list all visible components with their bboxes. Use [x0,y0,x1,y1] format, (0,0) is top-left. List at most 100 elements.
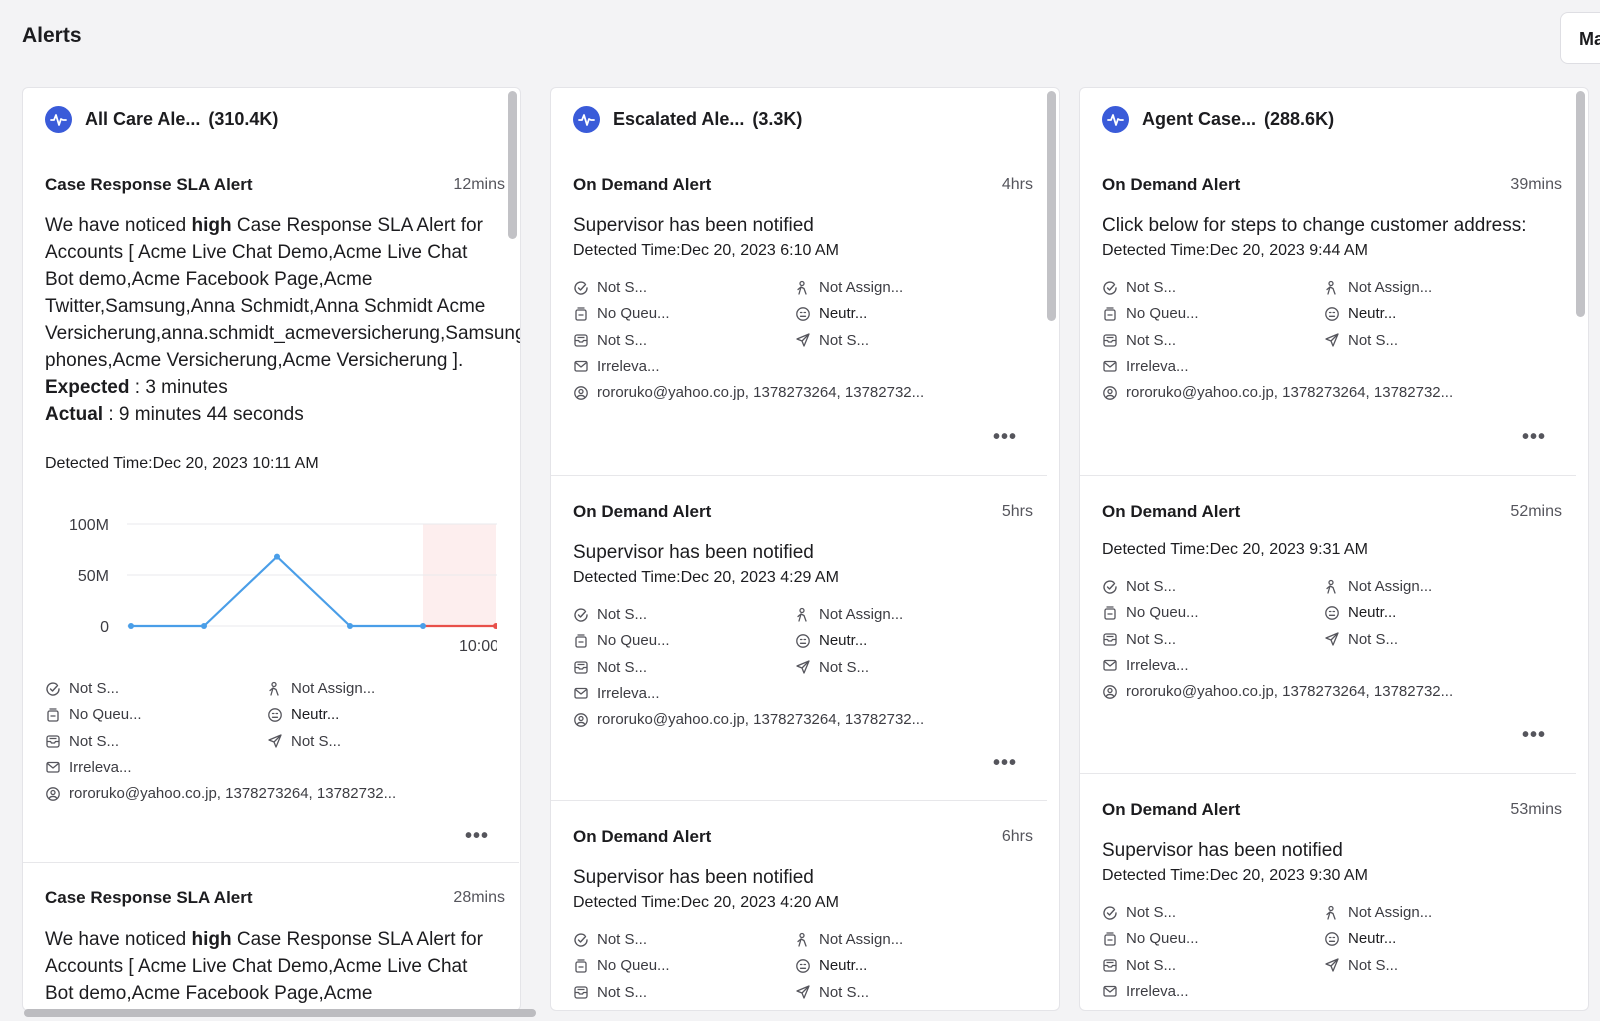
status-property[interactable]: Not S... [573,606,647,623]
more-options-button[interactable]: ••• [1522,725,1546,745]
status-property[interactable]: Not S... [1102,279,1176,296]
alert-card[interactable]: On Demand Alert 53mins Supervisor has be… [1080,774,1576,1010]
status-icon [1102,579,1126,595]
contact-property[interactable]: rororuko@yahoo.co.jp, 1378273264, 137827… [573,711,924,728]
sentiment-property[interactable]: Neutr... [795,305,867,322]
status-property[interactable]: Not S... [1102,578,1176,595]
contact-icon [573,385,597,401]
data-point[interactable] [128,623,134,629]
inbox-property[interactable]: Not S... [1102,957,1176,974]
inbox-property[interactable]: Not S... [573,659,647,676]
queue-property[interactable]: No Queu... [1102,305,1199,322]
contact-property[interactable]: rororuko@yahoo.co.jp, 1378273264, 137827… [1102,384,1453,401]
top-right-button[interactable]: Ma [1560,12,1600,64]
assignee-property[interactable]: Not Assign... [267,680,375,697]
queue-icon [1102,605,1126,621]
inbox-property[interactable]: Not S... [573,332,647,349]
status-property[interactable]: Not S... [573,279,647,296]
alert-card[interactable]: Case Response SLA Alert 28mins We have n… [23,863,519,1010]
alert-card[interactable]: On Demand Alert 6hrs Supervisor has been… [551,801,1047,1010]
sentiment-property[interactable]: Neutr... [795,957,867,974]
more-options-button[interactable]: ••• [993,753,1017,773]
queue-property[interactable]: No Queu... [573,632,670,649]
queue-property[interactable]: No Queu... [1102,930,1199,947]
property-value: Neutr... [291,706,340,724]
sentiment-property[interactable]: Neutr... [267,706,339,723]
data-point[interactable] [347,623,353,629]
sentiment-property[interactable]: Neutr... [1324,305,1396,322]
priority-property[interactable]: Not S... [795,332,869,349]
property-value: Not S... [1126,331,1177,349]
priority-property[interactable]: Not S... [1324,957,1398,974]
sentiment-icon [267,707,291,723]
property-value: Neutr... [1348,305,1397,323]
contact-property[interactable]: rororuko@yahoo.co.jp, 1378273264, 137827… [573,384,924,401]
inbox-property[interactable]: Not S... [573,984,647,1001]
assignee-property[interactable]: Not Assign... [1324,904,1432,921]
priority-property[interactable]: Not S... [267,733,341,750]
status-property[interactable]: Not S... [1102,904,1176,921]
vertical-scrollbar[interactable] [1576,91,1585,317]
assignee-property[interactable]: Not Assign... [795,931,903,948]
alert-card[interactable]: On Demand Alert 4hrs Supervisor has been… [551,88,1047,473]
vertical-scrollbar[interactable] [1047,91,1056,321]
alert-card[interactable]: On Demand Alert 52mins Detected Time:Dec… [1080,476,1576,772]
status-property[interactable]: Not S... [573,931,647,948]
contact-icon [45,786,69,802]
assignee-icon [795,607,819,623]
property-value: Neutr... [1348,930,1397,948]
property-value: Not S... [597,983,648,1001]
assignee-property[interactable]: Not Assign... [1324,279,1432,296]
inbox-property[interactable]: Not S... [1102,332,1176,349]
contact-icon [1102,385,1126,401]
property-value: No Queu... [1126,305,1199,323]
channel-property[interactable]: Irreleva... [1102,983,1189,1000]
priority-property[interactable]: Not S... [795,659,869,676]
property-value: Not S... [1348,956,1399,974]
property-value: Neutr... [819,305,868,323]
more-options-button[interactable]: ••• [1522,427,1546,447]
assignee-property[interactable]: Not Assign... [795,279,903,296]
more-options-button[interactable]: ••• [993,427,1017,447]
priority-property[interactable]: Not S... [795,984,869,1001]
data-point[interactable] [274,553,280,560]
inbox-icon [45,733,69,749]
sentiment-property[interactable]: Neutr... [1324,930,1396,947]
contact-property[interactable]: rororuko@yahoo.co.jp, 1378273264, 137827… [45,785,396,802]
channel-property[interactable]: Irreleva... [573,685,660,702]
sentiment-property[interactable]: Neutr... [795,632,867,649]
priority-property[interactable]: Not S... [1324,631,1398,648]
alert-card[interactable]: On Demand Alert 39mins Click below for s… [1080,88,1576,473]
data-point[interactable] [420,623,426,629]
card-time: 6hrs [1001,828,1033,845]
queue-property[interactable]: No Queu... [573,305,670,322]
status-icon [45,681,69,697]
channel-property[interactable]: Irreleva... [1102,657,1189,674]
assignee-property[interactable]: Not Assign... [795,606,903,623]
sentiment-icon [1324,306,1348,322]
sentiment-icon [1324,931,1348,947]
status-property[interactable]: Not S... [45,680,119,697]
alert-card[interactable]: On Demand Alert 5hrs Supervisor has been… [551,476,1047,798]
channel-property[interactable]: Irreleva... [1102,358,1189,375]
queue-property[interactable]: No Queu... [1102,604,1199,621]
priority-property[interactable]: Not S... [1324,332,1398,349]
data-point[interactable] [201,623,207,629]
alert-card[interactable]: Case Response SLA Alert 12mins We have n… [23,88,520,862]
contact-property[interactable]: rororuko@yahoo.co.jp, 1378273264, 137827… [1102,683,1453,700]
contact-icon [1102,684,1126,700]
sentiment-property[interactable]: Neutr... [1324,604,1396,621]
page-title: Alerts [22,24,82,47]
inbox-property[interactable]: Not S... [45,733,119,750]
property-value: No Queu... [597,305,670,323]
channel-property[interactable]: Irreleva... [573,358,660,375]
queue-property[interactable]: No Queu... [45,706,142,723]
queue-icon [573,958,597,974]
queue-property[interactable]: No Queu... [573,957,670,974]
more-options-button[interactable]: ••• [465,826,489,846]
channel-property[interactable]: Irreleva... [45,759,132,776]
assignee-property[interactable]: Not Assign... [1324,578,1432,595]
priority-icon [1324,631,1348,647]
horizontal-scrollbar[interactable] [24,1009,536,1017]
inbox-property[interactable]: Not S... [1102,631,1176,648]
